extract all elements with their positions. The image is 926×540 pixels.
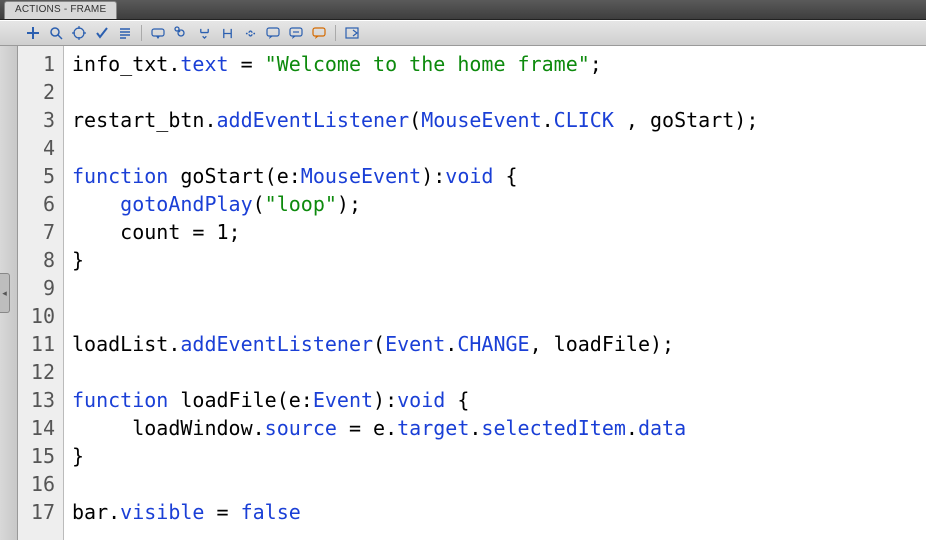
code-line[interactable]: info_txt.text = "Welcome to the home fra… xyxy=(72,50,926,78)
line-number-gutter: 1234567891011121314151617 xyxy=(18,46,64,540)
line-number: 7 xyxy=(18,218,63,246)
line-number: 8 xyxy=(18,246,63,274)
code-editor[interactable]: info_txt.text = "Welcome to the home fra… xyxy=(64,46,926,540)
line-number: 1 xyxy=(18,50,63,78)
debug-icon[interactable] xyxy=(172,24,190,42)
code-line[interactable]: gotoAndPlay("loop"); xyxy=(72,190,926,218)
line-number: 3 xyxy=(18,106,63,134)
panel-left-edge: ◂ xyxy=(0,46,18,540)
add-script-icon[interactable] xyxy=(24,24,42,42)
toolbar xyxy=(0,20,926,46)
code-line[interactable] xyxy=(72,358,926,386)
code-line[interactable]: loadWindow.source = e.target.selectedIte… xyxy=(72,414,926,442)
line-number: 4 xyxy=(18,134,63,162)
code-line[interactable]: } xyxy=(72,246,926,274)
code-line[interactable] xyxy=(72,78,926,106)
line-number: 11 xyxy=(18,330,63,358)
collapse-selection-icon[interactable] xyxy=(195,24,213,42)
panel-header: ACTIONS - FRAME xyxy=(0,0,926,20)
code-line[interactable]: bar.visible = false xyxy=(72,498,926,526)
line-number: 14 xyxy=(18,414,63,442)
target-icon[interactable] xyxy=(70,24,88,42)
code-line[interactable]: function goStart(e:MouseEvent):void { xyxy=(72,162,926,190)
line-number: 6 xyxy=(18,190,63,218)
line-number: 13 xyxy=(18,386,63,414)
toolbar-separator xyxy=(335,25,336,41)
collapse-handle-icon[interactable]: ◂ xyxy=(0,273,10,313)
panel-tab-actions[interactable]: ACTIONS - FRAME xyxy=(4,1,117,19)
line-number: 5 xyxy=(18,162,63,190)
expand-all-icon[interactable] xyxy=(241,24,259,42)
collapse-between-icon[interactable] xyxy=(218,24,236,42)
code-line[interactable]: function loadFile(e:Event):void { xyxy=(72,386,926,414)
line-number: 16 xyxy=(18,470,63,498)
code-line[interactable]: } xyxy=(72,442,926,470)
auto-format-icon[interactable] xyxy=(116,24,134,42)
code-line[interactable]: loadList.addEventListener(Event.CHANGE, … xyxy=(72,330,926,358)
editor-area: ◂ 1234567891011121314151617 info_txt.tex… xyxy=(0,46,926,540)
line-number: 12 xyxy=(18,358,63,386)
line-number: 17 xyxy=(18,498,63,526)
show-hide-icon[interactable] xyxy=(343,24,361,42)
line-number: 15 xyxy=(18,442,63,470)
code-hint-icon[interactable] xyxy=(149,24,167,42)
comment-icon[interactable] xyxy=(264,24,282,42)
code-line[interactable] xyxy=(72,470,926,498)
line-number: 10 xyxy=(18,302,63,330)
line-number: 2 xyxy=(18,78,63,106)
line-number: 9 xyxy=(18,274,63,302)
code-line[interactable]: restart_btn.addEventListener(MouseEvent.… xyxy=(72,106,926,134)
check-syntax-icon[interactable] xyxy=(93,24,111,42)
code-line[interactable]: count = 1; xyxy=(72,218,926,246)
uncomment-icon[interactable] xyxy=(287,24,305,42)
code-line[interactable] xyxy=(72,302,926,330)
toolbar-separator xyxy=(141,25,142,41)
remove-comment-icon[interactable] xyxy=(310,24,328,42)
code-line[interactable] xyxy=(72,274,926,302)
code-line[interactable] xyxy=(72,134,926,162)
find-icon[interactable] xyxy=(47,24,65,42)
